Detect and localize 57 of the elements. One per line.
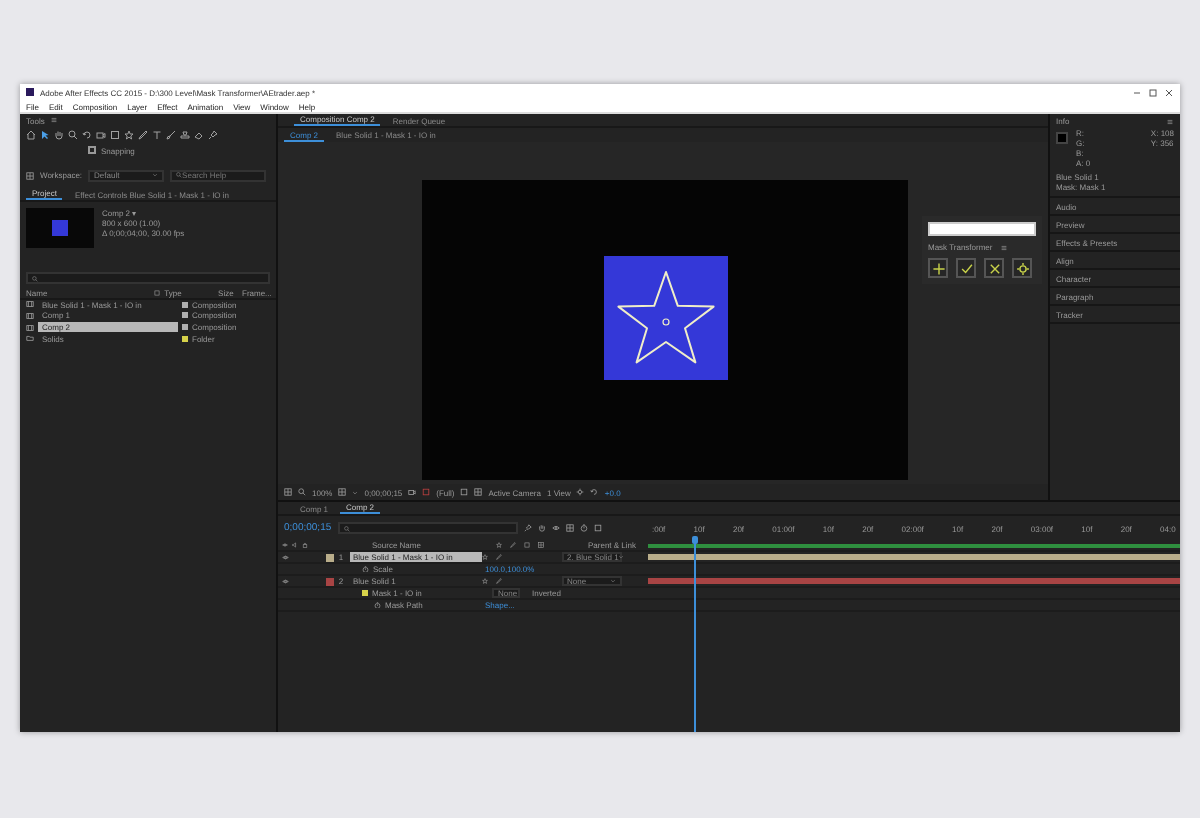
app-logo-icon <box>26 88 34 96</box>
quality-switch-icon[interactable] <box>495 554 501 560</box>
zoom-icon[interactable] <box>68 129 78 139</box>
maximize-icon[interactable] <box>1148 87 1158 97</box>
brush-icon[interactable] <box>166 129 176 139</box>
video-switch-icon[interactable] <box>282 542 288 548</box>
minimize-icon[interactable] <box>1132 87 1142 97</box>
folder-icon <box>26 334 34 343</box>
color-swatch <box>1056 132 1068 144</box>
snapshot-icon[interactable] <box>408 488 417 496</box>
eraser-icon[interactable] <box>194 129 204 139</box>
home-icon[interactable] <box>26 129 36 139</box>
settings-icon <box>1015 261 1029 275</box>
pin-icon[interactable] <box>208 129 218 139</box>
audio-switch-icon[interactable] <box>292 542 298 548</box>
search-icon <box>32 275 38 281</box>
text-tool-icon[interactable] <box>152 129 162 139</box>
cancel-button[interactable] <box>984 258 1004 278</box>
star-icon[interactable] <box>124 129 134 139</box>
stopwatch-icon[interactable] <box>362 565 369 573</box>
quality-icon[interactable] <box>510 542 516 548</box>
transparency-grid-icon[interactable] <box>474 488 483 496</box>
grid-icon[interactable] <box>284 488 292 496</box>
panel-menu-icon[interactable] <box>50 116 59 124</box>
layer-search-field[interactable] <box>337 522 518 534</box>
snapping-checkbox[interactable] <box>88 146 95 154</box>
label-column-icon <box>154 289 161 296</box>
zoom-icon[interactable] <box>298 488 306 496</box>
quality-switch-icon[interactable] <box>495 578 501 584</box>
apply-button[interactable] <box>956 258 976 278</box>
settings-icon[interactable] <box>576 488 585 496</box>
composition-icon <box>26 323 34 332</box>
reset-exposure-icon[interactable] <box>590 488 599 496</box>
project-search-field[interactable] <box>26 272 270 284</box>
camera-icon[interactable] <box>96 129 106 139</box>
stopwatch-icon[interactable] <box>374 601 381 609</box>
search-icon <box>343 525 350 531</box>
cross-icon <box>987 261 1001 275</box>
panel-menu-icon[interactable] <box>1166 117 1174 125</box>
check-icon <box>959 261 973 275</box>
close-icon[interactable] <box>1164 87 1174 97</box>
stamp-icon[interactable] <box>180 129 190 139</box>
visibility-icon[interactable] <box>282 577 289 585</box>
visibility-icon[interactable] <box>282 553 289 561</box>
workspace-icon[interactable] <box>26 171 34 179</box>
hand-icon[interactable] <box>54 129 64 139</box>
pen-icon[interactable] <box>138 129 148 139</box>
plus-icon <box>931 261 945 275</box>
mask-name-field[interactable] <box>928 222 1036 236</box>
lock-switch-icon[interactable] <box>302 542 308 548</box>
settings-button[interactable] <box>1012 258 1032 278</box>
add-button[interactable] <box>928 258 948 278</box>
square-icon[interactable] <box>110 129 120 139</box>
rotate-icon[interactable] <box>82 129 92 139</box>
playhead[interactable] <box>692 536 699 732</box>
solid-thumbnail <box>52 220 68 236</box>
selection-arrow-icon[interactable] <box>40 129 50 139</box>
